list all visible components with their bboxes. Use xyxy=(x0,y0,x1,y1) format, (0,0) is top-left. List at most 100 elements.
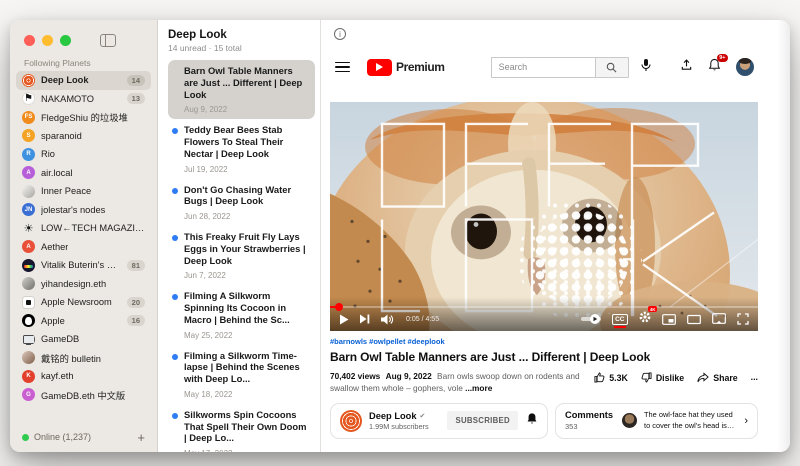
sidebar-item-planet[interactable]: Deep Look 14 xyxy=(16,71,151,90)
search-icon xyxy=(606,62,617,73)
channel-notifications-bell-icon[interactable] xyxy=(526,412,538,430)
planet-icon: FS xyxy=(22,111,35,124)
scrollbar[interactable] xyxy=(777,20,790,452)
planet-icon xyxy=(22,74,35,87)
next-button[interactable] xyxy=(360,314,370,324)
share-label: Share xyxy=(713,373,737,383)
planet-icon xyxy=(22,185,35,198)
sidebar-item-planet[interactable]: A Aether xyxy=(16,238,151,257)
planet-name: Apple xyxy=(41,316,65,326)
theater-mode-button[interactable] xyxy=(687,314,701,325)
hashtag-links[interactable]: #barnowls #owlpellet #deeplook xyxy=(330,337,758,346)
app-window: Following Planets Deep Look 14 ⚑ NAKAMOT… xyxy=(10,20,790,452)
video-player[interactable]: 0:05 / 4:55 CC xyxy=(330,102,758,331)
planet-name: Inner Peace xyxy=(41,186,91,196)
zoom-button[interactable] xyxy=(60,35,71,46)
video-actions: 5.3K Dislike Share ... xyxy=(594,370,758,395)
autoplay-toggle[interactable] xyxy=(581,314,601,324)
search-button[interactable] xyxy=(595,57,629,78)
article-date: Jun 7, 2022 xyxy=(184,271,307,280)
planet-name: air.local xyxy=(41,168,73,178)
minimize-button[interactable] xyxy=(42,35,53,46)
unread-dot xyxy=(172,188,178,194)
article-list-item[interactable]: Barn Owl Table Manners are Just ... Diff… xyxy=(168,60,315,119)
like-button[interactable]: 5.3K xyxy=(594,372,628,383)
article-title: Filming a Silkworm Time-lapse | Behind t… xyxy=(184,350,307,385)
more-actions-button[interactable]: ... xyxy=(751,372,758,382)
planet-icon: A xyxy=(22,240,35,253)
sidebar-item-planet[interactable]: yihandesign.eth xyxy=(16,275,151,294)
unread-dot xyxy=(172,413,178,419)
time-display: 0:05 / 4:55 xyxy=(406,316,439,323)
menu-icon[interactable] xyxy=(335,62,350,73)
sidebar-item-planet[interactable]: Apple 16 xyxy=(16,312,151,331)
expand-comments-chevron-icon[interactable]: › xyxy=(744,415,748,427)
share-button[interactable]: Share xyxy=(697,372,737,383)
comments-title: Comments xyxy=(565,410,613,420)
subscriber-count: 1.99M subscribers xyxy=(369,422,429,431)
sidebar-item-planet[interactable]: Inner Peace xyxy=(16,182,151,201)
close-button[interactable] xyxy=(24,35,35,46)
article-list-item[interactable]: Don't Go Chasing Water Bugs | Deep Look … xyxy=(168,179,315,227)
article-title: Don't Go Chasing Water Bugs | Deep Look xyxy=(184,184,307,208)
article-list-item[interactable]: This Freaky Fruit Fly Lays Eggs in Your … xyxy=(168,226,315,285)
sidebar-item-planet[interactable]: GameDB xyxy=(16,330,151,349)
sidebar-item-planet[interactable]: JN jolestar's nodes xyxy=(16,201,151,220)
watch-page: 0:05 / 4:55 CC xyxy=(330,102,758,439)
notifications-bell-icon[interactable]: 9+ xyxy=(708,58,721,77)
account-avatar[interactable] xyxy=(736,58,754,76)
subscribed-button[interactable]: SUBSCRIBED xyxy=(447,411,518,430)
channel-logo[interactable] xyxy=(340,410,362,432)
planet-icon: G xyxy=(22,388,35,401)
fullscreen-button[interactable] xyxy=(737,313,749,325)
dislike-label: Dislike xyxy=(656,373,684,383)
sidebar-item-planet[interactable]: G GameDB.eth 中文版 xyxy=(16,386,151,405)
youtube-premium-logo[interactable]: Premium xyxy=(367,59,445,76)
voice-search-icon[interactable] xyxy=(640,58,652,77)
sidebar-item-planet[interactable]: 戴铭的 bulletin xyxy=(16,349,151,368)
sidebar-item-planet[interactable]: K kayf.eth xyxy=(16,367,151,386)
view-count: 70,402 views xyxy=(330,371,380,381)
unread-dot xyxy=(172,354,178,360)
article-title: Teddy Bear Bees Stab Flowers To Steal Th… xyxy=(184,124,307,159)
show-more-link[interactable]: ...more xyxy=(465,383,492,393)
sidebar-item-planet[interactable]: S sparanoid xyxy=(16,127,151,146)
sidebar-item-planet[interactable]: Vitalik Buterin's we... 81 xyxy=(16,256,151,275)
planet-name: Deep Look xyxy=(41,75,89,85)
article-list-item[interactable]: Teddy Bear Bees Stab Flowers To Steal Th… xyxy=(168,119,315,178)
planet-icon: K xyxy=(22,370,35,383)
sidebar-item-planet[interactable]: A air.local xyxy=(16,164,151,183)
subtitles-button[interactable]: CC xyxy=(612,314,628,325)
toggle-sidebar-icon[interactable] xyxy=(100,34,116,47)
dislike-button[interactable]: Dislike xyxy=(641,372,684,383)
unread-dot xyxy=(172,128,178,134)
sidebar-item-planet[interactable]: ☀ LOW←TECH MAGAZINE xyxy=(16,219,151,238)
sidebar-item-planet[interactable]: R Rio xyxy=(16,145,151,164)
article-list-item[interactable]: Filming a Silkworm Time-lapse | Behind t… xyxy=(168,345,315,404)
volume-icon[interactable] xyxy=(381,314,394,325)
titlebar xyxy=(10,20,157,52)
add-planet-button[interactable]: + xyxy=(137,433,145,442)
settings-button[interactable]: 4K xyxy=(639,310,651,328)
progress-bar[interactable] xyxy=(330,306,758,309)
cast-button[interactable] xyxy=(712,313,726,325)
play-button[interactable] xyxy=(339,314,349,325)
page-info-button[interactable]: i xyxy=(334,28,346,40)
sidebar-item-planet[interactable]: ⚑ NAKAMOTO 13 xyxy=(16,90,151,109)
commenter-avatar xyxy=(622,413,637,428)
miniplayer-button[interactable] xyxy=(662,314,676,325)
article-list-item[interactable]: Filming A Silkworm Spinning Its Cocoon i… xyxy=(168,285,315,344)
article-list-item[interactable]: Silkworms Spin Cocoons That Spell Their … xyxy=(168,404,315,452)
unread-count-badge: 16 xyxy=(127,315,145,326)
planet-name: jolestar's nodes xyxy=(41,205,105,215)
sidebar-item-planet[interactable]: Apple Newsroom 20 xyxy=(16,293,151,312)
upload-icon[interactable] xyxy=(680,58,693,76)
planet-icon: ⚑ xyxy=(22,92,35,105)
unread-count-badge: 14 xyxy=(127,75,145,86)
channel-info[interactable]: Deep Look ✔ 1.99M subscribers xyxy=(369,411,429,431)
sidebar-item-planet[interactable]: FS FledgeShiu 的垃圾堆 xyxy=(16,108,151,127)
cards-row: Deep Look ✔ 1.99M subscribers SUBSCRIBED xyxy=(330,403,758,439)
comments-header: Comments 353 xyxy=(565,410,613,431)
search-input[interactable] xyxy=(491,57,595,78)
comments-card[interactable]: Comments 353 The owl-face hat they used … xyxy=(555,403,758,439)
